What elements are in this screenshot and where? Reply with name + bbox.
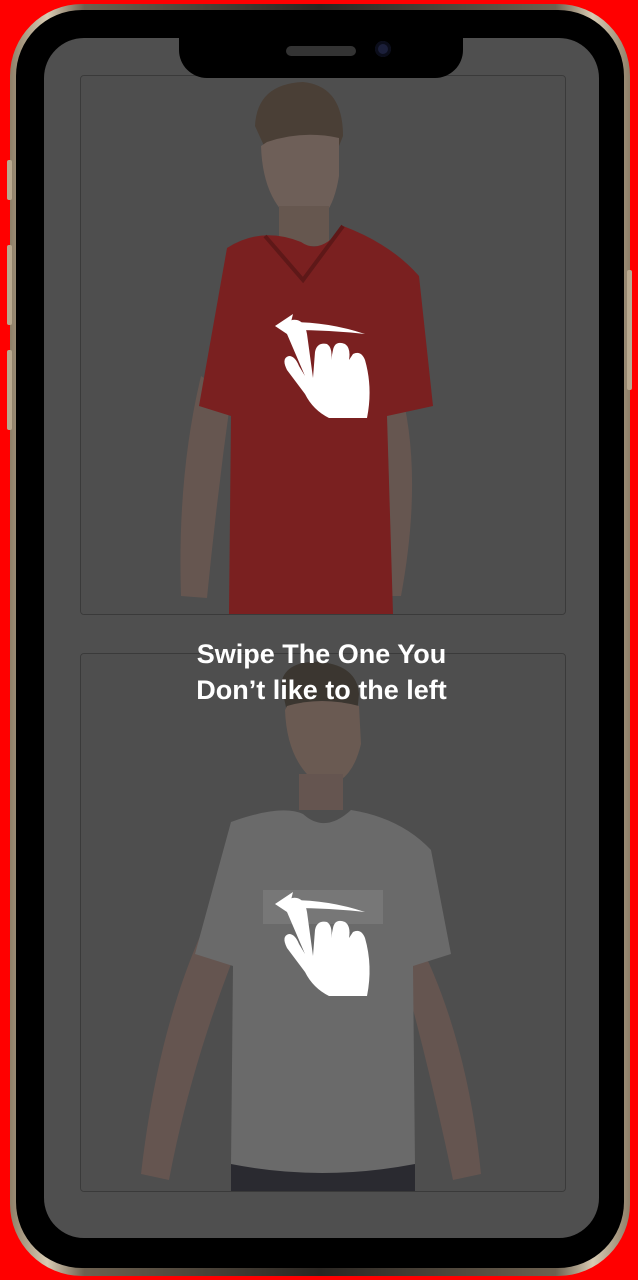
power-button — [627, 270, 632, 390]
swipe-left-gesture-icon — [275, 314, 370, 418]
swipe-left-gesture-icon — [275, 892, 370, 996]
caption-line-1: Swipe The One You — [196, 639, 447, 669]
phone-notch — [179, 36, 463, 78]
mute-switch — [7, 160, 12, 200]
speaker-grille — [286, 46, 356, 56]
swipe-instruction-caption: Swipe The One You Don’t like to the left — [44, 636, 599, 708]
volume-up-button — [7, 245, 12, 325]
product-card-red-tshirt[interactable] — [80, 75, 566, 615]
app-screen: Swipe The One You Don’t like to the left — [44, 38, 599, 1238]
volume-down-button — [7, 350, 12, 430]
product-card-grey-tshirt[interactable] — [80, 653, 566, 1192]
front-camera-icon — [375, 41, 391, 57]
caption-line-2: Don’t like to the left — [196, 675, 447, 705]
